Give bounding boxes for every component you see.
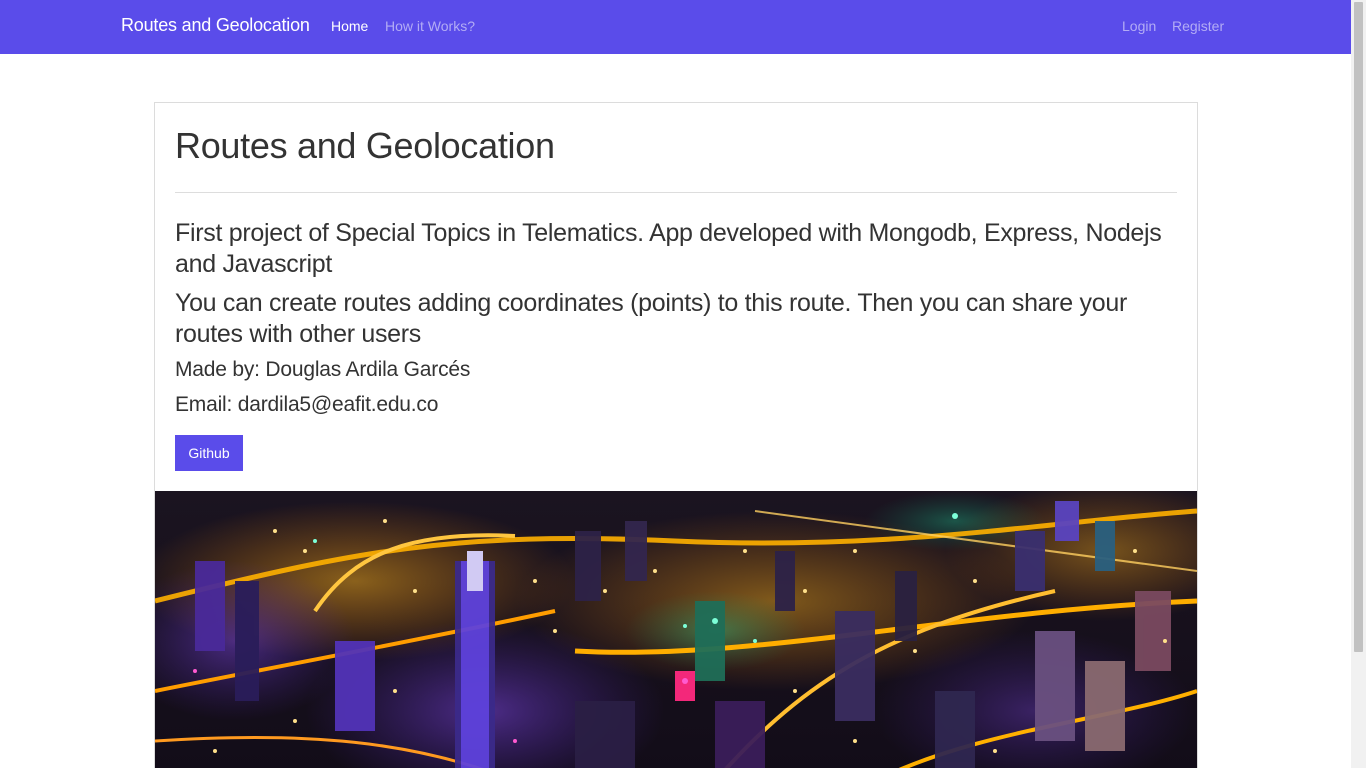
- scrollbar-thumb[interactable]: [1354, 2, 1363, 652]
- project-description: First project of Special Topics in Telem…: [175, 219, 1162, 278]
- title-divider: [175, 192, 1177, 193]
- navbar: Routes and Geolocation Home How it Works…: [0, 0, 1351, 54]
- page-scrollbar[interactable]: [1351, 0, 1366, 768]
- email-text: Email: dardila5@eafit.edu.co: [175, 393, 439, 416]
- author-text: Made by: Douglas Ardila Garcés: [175, 358, 471, 381]
- github-button[interactable]: Github: [175, 435, 243, 471]
- city-night-image: [155, 491, 1197, 768]
- nav-link-how-it-works[interactable]: How it Works?: [385, 18, 475, 34]
- page-title: Routes and Geolocation: [175, 125, 555, 166]
- project-details: You can create routes adding coordinates…: [175, 289, 1127, 348]
- nav-link-login[interactable]: Login: [1122, 18, 1156, 34]
- nav-link-register[interactable]: Register: [1172, 18, 1224, 34]
- jumbotron-card: Routes and Geolocation First project of …: [154, 102, 1198, 768]
- navbar-brand[interactable]: Routes and Geolocation: [121, 15, 310, 36]
- nav-link-home[interactable]: Home: [331, 18, 368, 34]
